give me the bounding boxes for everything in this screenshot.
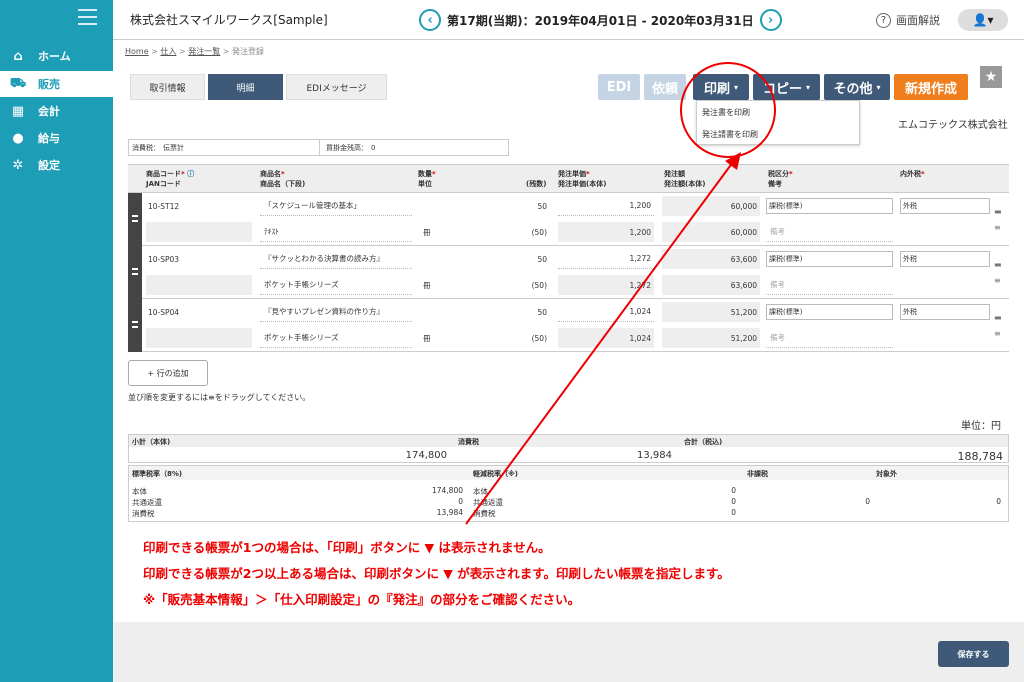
caret-down-icon: ▾ [734, 82, 739, 92]
period-label: 第17期(当期)：2019年04月01日 - 2020年03月31日 [447, 13, 754, 28]
totals-box: 小計（本体) 174,800 消費税 13,984 合計（税込) 188,784 [128, 434, 1009, 463]
home-icon: ⌂ [13, 48, 23, 64]
sidebar-item-home[interactable]: ⌂ ホーム [0, 43, 113, 69]
caret-down-icon: ▾ [876, 82, 881, 92]
sidebar-item-payroll[interactable]: ● 給与 [0, 125, 113, 151]
tax-category-select[interactable]: 課税(標準) [766, 198, 893, 214]
breadcrumb-purchase[interactable]: 仕入 [160, 47, 176, 56]
drag-lines-icon[interactable]: ≡ [994, 329, 1004, 338]
caret-down-icon: ▾ [806, 82, 811, 92]
copy-button[interactable]: コピー ▾ [753, 74, 820, 100]
tax-category-select[interactable]: 課税(標準) [766, 304, 893, 320]
detail-grid: 商品コード* ⓘ JANコード 商品名* 商品名（下段) 数量* 単位 (残数) 発注… [128, 164, 1009, 352]
bookmark-star-icon[interactable]: ★ [980, 66, 1002, 88]
save-button[interactable]: 保存する [938, 641, 1009, 667]
supplier-name: エムコテックス株式会社 [898, 120, 1008, 131]
tax-category-select[interactable]: 課税(標準) [766, 251, 893, 267]
breadcrumb: Home > 仕入 > 発注一覧 > 発注登録 [125, 47, 265, 56]
grid-header: 商品コード* ⓘ JANコード 商品名* 商品名（下段) 数量* 単位 (残数) 発注… [128, 165, 1009, 193]
table-row: 10-ST12 「スケジュール管理の基本」 ﾃｷｽﾄ 50 冊 (50) 1,2… [128, 193, 1009, 246]
print-confirmation-menu-item[interactable]: 発注請書を印刷 [697, 123, 859, 145]
chevron-left-icon[interactable]: ‹ [419, 9, 441, 31]
sidebar-item-accounting[interactable]: ▦ 会計 [0, 98, 113, 124]
tax-value: 13,984 [637, 450, 672, 461]
sidebar-item-sales[interactable]: ⛟ 販売 [0, 71, 113, 97]
tab-details[interactable]: 明細 [208, 74, 283, 100]
company-name: 株式会社スマイルワークス[Sample] [130, 13, 328, 27]
meta-info: 消費税： 伝票計 買掛金残高： 0 [128, 139, 509, 156]
unit-label: 単位：円 [961, 421, 1001, 432]
table-row: 10-SP04 『見やすいプレゼン資料の作り方』 ポケット手帳シリーズ 50 冊… [128, 299, 1009, 352]
new-button[interactable]: 新規作成 [894, 74, 968, 100]
period-selector: ‹ 第17期(当期)：2019年04月01日 - 2020年03月31日 › [419, 9, 782, 31]
breadcrumb-current: 発注登録 [232, 47, 265, 56]
tax-breakdown: 標準税率（8%) 軽減税率（※) 非課税 対象外 本体 共通返還 消費税 174… [128, 465, 1009, 522]
edi-button[interactable]: EDI [598, 74, 640, 100]
drag-handle[interactable] [128, 193, 142, 246]
footer-bar [113, 622, 1024, 682]
question-icon: ? [876, 12, 891, 28]
hamburger-menu-icon[interactable] [78, 9, 97, 25]
gear-icon: ✲ [12, 157, 24, 173]
drag-lines-icon[interactable]: ≡ [994, 223, 1004, 232]
sidebar: ⌂ ホーム ⛟ 販売 ▦ 会計 ● 給与 ✲ 設定 [0, 0, 113, 682]
drag-handle[interactable] [128, 299, 142, 352]
breadcrumb-order-list[interactable]: 発注一覧 [188, 47, 220, 56]
print-dropdown-menu: 発注書を印刷 発注請書を印刷 [696, 100, 860, 145]
user-menu-button[interactable]: 👤▾ [958, 9, 1008, 31]
row-menu-icon[interactable]: ▬ [994, 260, 1004, 269]
info-icon[interactable]: ⓘ [187, 170, 194, 178]
print-order-menu-item[interactable]: 発注書を印刷 [697, 101, 859, 123]
inner-outer-tax-select[interactable]: 外税 [900, 304, 990, 320]
sidebar-item-settings[interactable]: ✲ 設定 [0, 152, 113, 178]
cart-icon: ⛟ [9, 75, 27, 91]
tab-edi-message[interactable]: EDIメッセージ [286, 74, 387, 100]
subtotal-value: 174,800 [405, 450, 447, 461]
top-bar: 株式会社スマイルワークス[Sample] ‹ 第17期(当期)：2019年04月… [113, 0, 1024, 40]
row-menu-icon[interactable]: ▬ [994, 207, 1004, 216]
inner-outer-tax-select[interactable]: 外税 [900, 251, 990, 267]
other-button[interactable]: その他 ▾ [824, 74, 890, 100]
chevron-right-icon[interactable]: › [759, 9, 782, 31]
tab-transaction-info[interactable]: 取引情報 [130, 74, 205, 100]
user-icon: 👤▾ [972, 13, 994, 27]
annotation-text: 印刷できる帳票が1つの場合は、「印刷」ボタンに ▼ は表示されません。 印刷でき… [143, 540, 730, 607]
drag-lines-icon[interactable]: ≡ [994, 276, 1004, 285]
row-menu-icon[interactable]: ▬ [994, 313, 1004, 322]
add-row-button[interactable]: + 行の追加 [128, 360, 208, 386]
breadcrumb-home[interactable]: Home [125, 47, 149, 56]
print-button[interactable]: 印刷 ▾ [693, 74, 749, 100]
inner-outer-tax-select[interactable]: 外税 [900, 198, 990, 214]
calculator-icon: ▦ [11, 103, 25, 119]
help-link[interactable]: ? 画面解説 [876, 12, 940, 28]
table-row: 10-SP03 『サクッとわかる決算書の読み方』 ポケット手帳シリーズ 50 冊… [128, 246, 1009, 299]
money-bag-icon: ● [12, 130, 24, 146]
request-button[interactable]: 依頼 [644, 74, 686, 100]
drag-hint: 並び順を変更するには≡をドラッグしてください。 [128, 393, 311, 402]
drag-handle[interactable] [128, 246, 142, 299]
total-value: 188,784 [957, 450, 1004, 463]
